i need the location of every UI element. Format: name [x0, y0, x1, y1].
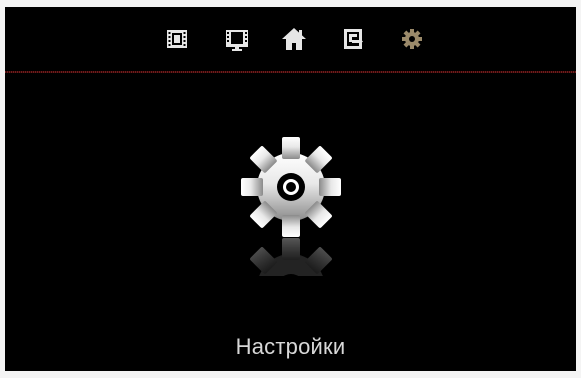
- switch-source-icon[interactable]: [339, 25, 367, 53]
- settings-gear-icon[interactable]: [398, 25, 426, 53]
- top-navigation-bar: [5, 7, 576, 71]
- home-icon[interactable]: [280, 25, 308, 53]
- header-divider: [5, 71, 576, 73]
- film-icon[interactable]: [163, 25, 191, 53]
- gear-reflection: [239, 236, 343, 276]
- device-frame: Настройки: [0, 0, 581, 378]
- tv-screen-icon[interactable]: [223, 25, 251, 53]
- nav-icon-group: [163, 25, 433, 55]
- tv-menu-screen: Настройки: [5, 7, 576, 371]
- large-settings-gear-icon: [239, 135, 343, 239]
- page-title: Настройки: [235, 334, 346, 359]
